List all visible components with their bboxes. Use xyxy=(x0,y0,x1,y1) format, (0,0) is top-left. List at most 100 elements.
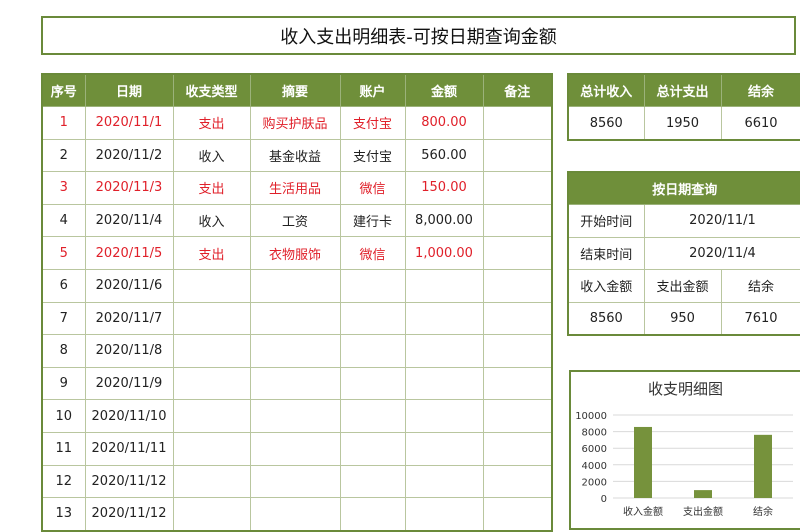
row-type[interactable] xyxy=(172,497,251,532)
total-income-header[interactable]: 总计收入 xyxy=(567,73,645,107)
row-note[interactable] xyxy=(482,203,553,238)
header-summary[interactable]: 摘要 xyxy=(249,73,341,107)
row-date[interactable]: 2020/11/10 xyxy=(84,399,174,433)
row-account[interactable] xyxy=(339,268,406,303)
row-no[interactable]: 12 xyxy=(41,464,86,499)
row-summary[interactable] xyxy=(249,334,341,368)
row-amount[interactable]: 800.00 xyxy=(404,106,484,140)
row-account[interactable] xyxy=(339,497,406,532)
row-no[interactable]: 2 xyxy=(41,138,86,173)
row-summary[interactable] xyxy=(249,301,341,336)
row-type[interactable] xyxy=(172,431,251,466)
row-type[interactable] xyxy=(172,366,251,401)
row-account[interactable]: 建行卡 xyxy=(339,203,406,238)
header-date[interactable]: 日期 xyxy=(84,73,174,107)
chart-bar[interactable] xyxy=(694,490,712,498)
total-balance-header[interactable]: 结余 xyxy=(720,73,800,107)
row-type[interactable] xyxy=(172,464,251,499)
row-type[interactable] xyxy=(172,334,251,368)
row-note[interactable] xyxy=(482,106,553,140)
row-amount[interactable] xyxy=(404,497,484,532)
row-summary[interactable]: 工资 xyxy=(249,203,341,238)
header-no[interactable]: 序号 xyxy=(41,73,86,107)
total-expense-header[interactable]: 总计支出 xyxy=(643,73,722,107)
row-account[interactable]: 支付宝 xyxy=(339,106,406,140)
row-note[interactable] xyxy=(482,334,553,368)
row-note[interactable] xyxy=(482,431,553,466)
row-amount[interactable] xyxy=(404,399,484,433)
row-amount[interactable]: 1,000.00 xyxy=(404,236,484,270)
row-date[interactable]: 2020/11/2 xyxy=(84,138,174,173)
row-no[interactable]: 4 xyxy=(41,203,86,238)
row-no[interactable]: 10 xyxy=(41,399,86,433)
row-amount[interactable] xyxy=(404,431,484,466)
row-no[interactable]: 5 xyxy=(41,236,86,270)
row-account[interactable] xyxy=(339,301,406,336)
row-date[interactable]: 2020/11/8 xyxy=(84,334,174,368)
row-account[interactable]: 微信 xyxy=(339,236,406,270)
total-income-value[interactable]: 8560 xyxy=(567,106,645,141)
row-summary[interactable] xyxy=(249,497,341,532)
row-type[interactable]: 收入 xyxy=(172,203,251,238)
header-type[interactable]: 收支类型 xyxy=(172,73,251,107)
row-type[interactable] xyxy=(172,399,251,433)
header-account[interactable]: 账户 xyxy=(339,73,406,107)
row-account[interactable] xyxy=(339,399,406,433)
row-type[interactable]: 支出 xyxy=(172,236,251,270)
row-account[interactable] xyxy=(339,431,406,466)
row-date[interactable]: 2020/11/1 xyxy=(84,106,174,140)
row-type[interactable]: 支出 xyxy=(172,106,251,140)
row-no[interactable]: 1 xyxy=(41,106,86,140)
row-date[interactable]: 2020/11/9 xyxy=(84,366,174,401)
chart-bar[interactable] xyxy=(634,426,652,498)
row-note[interactable] xyxy=(482,464,553,499)
row-no[interactable]: 3 xyxy=(41,171,86,205)
row-note[interactable] xyxy=(482,268,553,303)
row-no[interactable]: 11 xyxy=(41,431,86,466)
row-summary[interactable] xyxy=(249,464,341,499)
row-summary[interactable] xyxy=(249,399,341,433)
row-summary[interactable] xyxy=(249,431,341,466)
row-amount[interactable] xyxy=(404,334,484,368)
row-summary[interactable] xyxy=(249,366,341,401)
row-date[interactable]: 2020/11/4 xyxy=(84,203,174,238)
row-date[interactable]: 2020/11/11 xyxy=(84,431,174,466)
row-amount[interactable]: 560.00 xyxy=(404,138,484,173)
row-date[interactable]: 2020/11/6 xyxy=(84,268,174,303)
row-note[interactable] xyxy=(482,171,553,205)
row-type[interactable]: 支出 xyxy=(172,171,251,205)
row-summary[interactable]: 衣物服饰 xyxy=(249,236,341,270)
row-amount[interactable] xyxy=(404,464,484,499)
row-account[interactable] xyxy=(339,334,406,368)
query-expense-value[interactable]: 950 xyxy=(643,301,722,336)
row-date[interactable]: 2020/11/12 xyxy=(84,464,174,499)
row-account[interactable]: 支付宝 xyxy=(339,138,406,173)
row-no[interactable]: 7 xyxy=(41,301,86,336)
income-expense-chart[interactable]: 收支明细图 10000 8000 6000 4000 2000 0 收入金额 支出金额 结余 xyxy=(569,370,800,530)
total-expense-value[interactable]: 1950 xyxy=(643,106,722,141)
query-income-value[interactable]: 8560 xyxy=(567,301,645,336)
row-date[interactable]: 2020/11/7 xyxy=(84,301,174,336)
row-note[interactable] xyxy=(482,138,553,173)
header-note[interactable]: 备注 xyxy=(482,73,553,107)
row-account[interactable] xyxy=(339,464,406,499)
row-amount[interactable] xyxy=(404,301,484,336)
total-balance-value[interactable]: 6610 xyxy=(720,106,800,141)
row-date[interactable]: 2020/11/12 xyxy=(84,497,174,532)
row-no[interactable]: 9 xyxy=(41,366,86,401)
row-summary[interactable] xyxy=(249,268,341,303)
row-summary[interactable]: 生活用品 xyxy=(249,171,341,205)
row-note[interactable] xyxy=(482,399,553,433)
row-no[interactable]: 13 xyxy=(41,497,86,532)
row-summary[interactable]: 购买护肤品 xyxy=(249,106,341,140)
row-amount[interactable]: 150.00 xyxy=(404,171,484,205)
row-date[interactable]: 2020/11/5 xyxy=(84,236,174,270)
row-summary[interactable]: 基金收益 xyxy=(249,138,341,173)
row-amount[interactable] xyxy=(404,366,484,401)
row-date[interactable]: 2020/11/3 xyxy=(84,171,174,205)
row-note[interactable] xyxy=(482,301,553,336)
row-note[interactable] xyxy=(482,497,553,532)
header-amount[interactable]: 金额 xyxy=(404,73,484,107)
row-amount[interactable] xyxy=(404,268,484,303)
row-type[interactable] xyxy=(172,301,251,336)
